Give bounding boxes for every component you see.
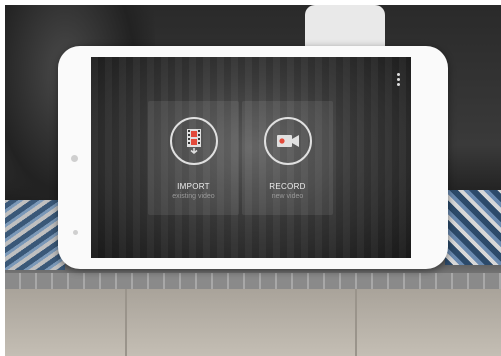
- person-shirt: [305, 5, 385, 50]
- import-button[interactable]: IMPORT existing video: [148, 101, 239, 215]
- brick-ledge: [5, 273, 501, 289]
- overflow-menu-icon[interactable]: [393, 73, 403, 89]
- record-sublabel: new video: [271, 193, 304, 200]
- film-import-icon: [169, 117, 218, 165]
- record-label: RECORD: [269, 182, 306, 191]
- app-screen: IMPORT existing video RECORD new video: [91, 57, 411, 258]
- camera-dot: [71, 155, 78, 162]
- import-sublabel: existing video: [172, 193, 215, 200]
- graffiti-wall-right: [445, 190, 501, 265]
- graffiti-wall-left: [5, 200, 65, 270]
- record-button[interactable]: RECORD new video: [242, 101, 333, 215]
- sensor-dot: [73, 230, 78, 235]
- pavement: [5, 289, 501, 356]
- tablet-device: IMPORT existing video RECORD new video: [58, 46, 448, 269]
- video-camera-icon: [263, 117, 312, 165]
- import-label: IMPORT: [177, 182, 210, 191]
